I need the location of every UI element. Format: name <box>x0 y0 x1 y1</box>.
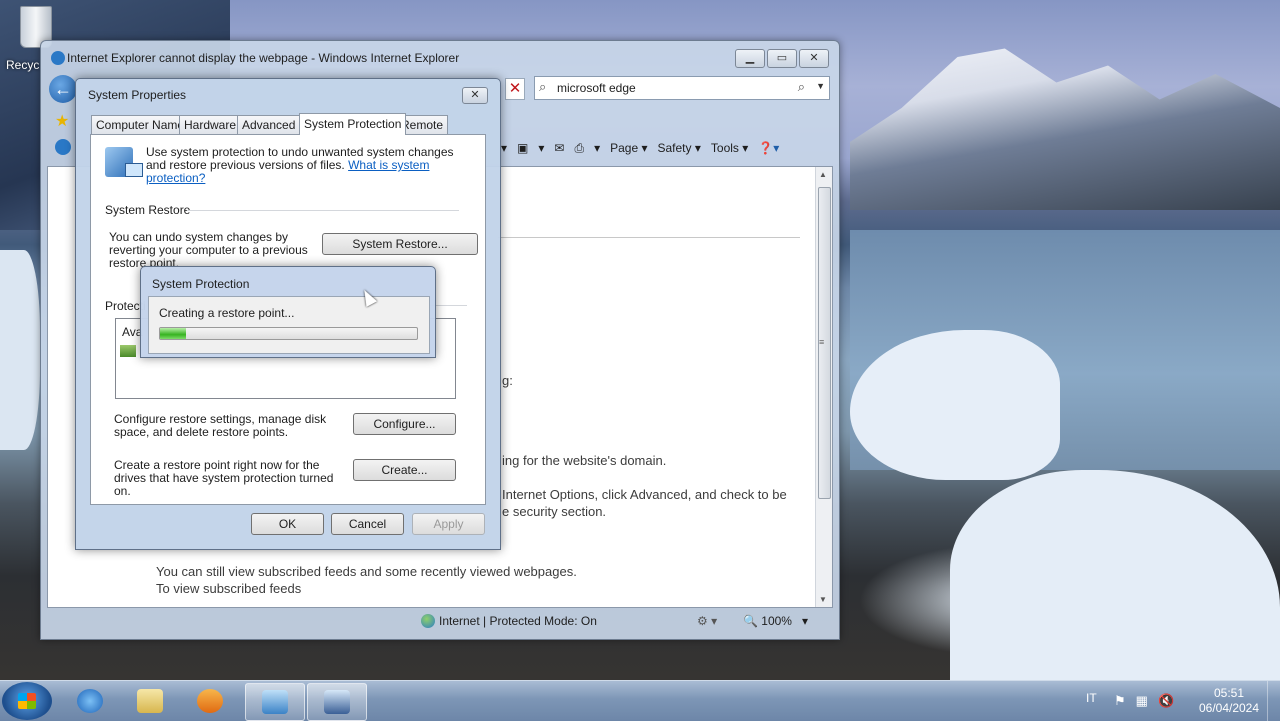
group-divider <box>187 210 459 211</box>
system-restore-group-label: System Restore <box>105 203 191 217</box>
stop-icon[interactable]: ✕ <box>505 78 525 100</box>
search-dropdown-icon[interactable]: ▼ <box>816 81 825 91</box>
content-text: g: <box>502 373 513 388</box>
ie-logo-icon <box>51 51 65 65</box>
desktop-wallpaper-ice <box>0 250 40 450</box>
tab-system-protection[interactable]: System Protection <box>299 113 407 135</box>
taskbar-internet-explorer[interactable] <box>61 683 119 719</box>
folder-icon <box>137 689 163 713</box>
content-divider <box>498 237 800 238</box>
page-menu[interactable]: Page ▾ <box>610 141 647 155</box>
content-text: Internet Options, click Advanced, and ch… <box>502 487 787 502</box>
safety-menu[interactable]: Safety ▾ <box>658 141 701 155</box>
mail-icon[interactable]: ✉ <box>554 141 564 155</box>
media-player-icon <box>197 689 223 713</box>
security-zone[interactable]: Internet | Protected Mode: On <box>421 614 597 628</box>
windows-logo-icon <box>18 693 36 709</box>
back-button[interactable]: ← <box>49 75 77 103</box>
progress-bar-fill <box>160 328 186 339</box>
tab-computer-name[interactable]: Computer Name <box>91 115 190 134</box>
taskbar-system-properties[interactable] <box>307 683 367 721</box>
configure-text: Configure restore settings, manage disk … <box>114 412 327 439</box>
content-text: You can still view subscribed feeds and … <box>156 564 577 579</box>
progress-bar <box>159 327 418 340</box>
control-panel-icon <box>262 690 288 714</box>
security-zone-label: Internet | Protected Mode: On <box>439 614 597 628</box>
clock[interactable]: 05:51 06/04/2024 <box>1188 686 1270 716</box>
favorites-star-icon[interactable]: ★ <box>55 111 69 131</box>
close-button[interactable]: ✕ <box>462 87 488 104</box>
page-tab-icon[interactable] <box>55 139 71 155</box>
desktop-wallpaper-mountain <box>850 48 1280 210</box>
taskbar: IT ⚑ ▦ 🔇 05:51 06/04/2024 <box>0 680 1280 721</box>
start-button[interactable] <box>2 682 52 720</box>
scroll-down-icon[interactable]: ▼ <box>819 595 827 604</box>
cancel-button[interactable]: Cancel <box>331 513 404 535</box>
content-text: e security section. <box>502 504 607 519</box>
language-indicator[interactable]: IT <box>1086 691 1097 705</box>
taskbar-media-player[interactable] <box>181 683 239 719</box>
volume-muted-icon[interactable]: 🔇 <box>1158 693 1174 709</box>
search-icon: ⌕ <box>539 79 547 94</box>
clock-time: 05:51 <box>1213 686 1245 700</box>
internet-explorer-icon <box>77 689 103 713</box>
apply-button[interactable]: Apply <box>412 513 485 535</box>
help-icon[interactable]: ❓▾ <box>758 141 779 155</box>
ie-window-title: Internet Explorer cannot display the web… <box>67 51 460 65</box>
tray-icons: ⚑ ▦ 🔇 <box>1114 693 1174 709</box>
status-bar: Internet | Protected Mode: On ⚙ ▾ 🔍 100%… <box>47 611 831 633</box>
network-icon[interactable]: ▦ <box>1136 693 1148 709</box>
feeds-dropdown-icon[interactable]: ▾ <box>538 141 544 155</box>
system-properties-icon <box>324 690 350 714</box>
configure-button[interactable]: Configure... <box>353 413 456 435</box>
recycle-bin-label: Recyc <box>6 58 40 72</box>
content-text: ing for the website's domain. <box>502 453 667 468</box>
search-box[interactable]: ⌕ microsoft edge ⌕ ▼ <box>534 76 830 100</box>
ok-button[interactable]: OK <box>251 513 324 535</box>
search-go-icon[interactable]: ⌕ <box>798 79 805 95</box>
intro-text: Use system protection to undo unwanted s… <box>146 146 466 185</box>
drive-icon <box>120 345 136 357</box>
system-restore-text: You can undo system changes by reverting… <box>109 230 308 270</box>
close-button[interactable]: ✕ <box>799 49 829 68</box>
command-bar: ▾ ▣ ▾ ✉ ⎙ ▾ Page ▾ Safety ▾ Tools ▾ ❓▾ <box>501 137 779 159</box>
show-desktop-button[interactable] <box>1267 681 1280 721</box>
scroll-grip-icon: ≡ <box>819 337 825 347</box>
progress-dialog-title: System Protection <box>152 277 250 291</box>
dialog-title: System Properties <box>88 88 187 102</box>
tools-menu[interactable]: Tools ▾ <box>711 141 748 155</box>
taskbar-control-panel[interactable] <box>245 683 305 721</box>
system-protection-progress-dialog: System Protection Creating a restore poi… <box>140 266 436 358</box>
scroll-up-icon[interactable]: ▲ <box>819 170 827 179</box>
popup-blocker-icon[interactable]: ⚙ ▾ <box>697 614 717 628</box>
create-text: Create a restore point right now for the… <box>114 458 334 498</box>
system-protection-icon <box>105 147 143 177</box>
clock-date: 06/04/2024 <box>1198 701 1260 715</box>
cmd-dropdown-icon[interactable]: ▾ <box>501 141 507 155</box>
tab-hardware[interactable]: Hardware <box>179 115 242 134</box>
print-icon[interactable]: ⎙ <box>574 141 584 156</box>
print-dropdown-icon[interactable]: ▾ <box>594 141 600 155</box>
maximize-button[interactable]: ▭ <box>767 49 797 68</box>
content-text: To view subscribed feeds <box>156 581 302 596</box>
feeds-icon[interactable]: ▣ <box>517 141 528 155</box>
taskbar-explorer[interactable] <box>121 683 179 719</box>
progress-dialog-body: Creating a restore point... <box>148 296 430 354</box>
progress-message: Creating a restore point... <box>159 306 295 320</box>
globe-icon <box>421 614 435 628</box>
tab-advanced[interactable]: Advanced <box>237 115 301 134</box>
zoom-control[interactable]: 🔍 100% ▾ <box>743 614 808 628</box>
ie-window-controls: ▁ ▭ ✕ <box>735 49 829 68</box>
action-center-flag-icon[interactable]: ⚑ <box>1114 693 1126 709</box>
search-input[interactable]: microsoft edge <box>557 81 636 95</box>
system-restore-button[interactable]: System Restore... <box>322 233 478 255</box>
minimize-button[interactable]: ▁ <box>735 49 765 68</box>
vertical-scrollbar[interactable]: ▲ ≡ ▼ <box>815 167 832 607</box>
zoom-level: 100% <box>761 614 792 628</box>
create-button[interactable]: Create... <box>353 459 456 481</box>
